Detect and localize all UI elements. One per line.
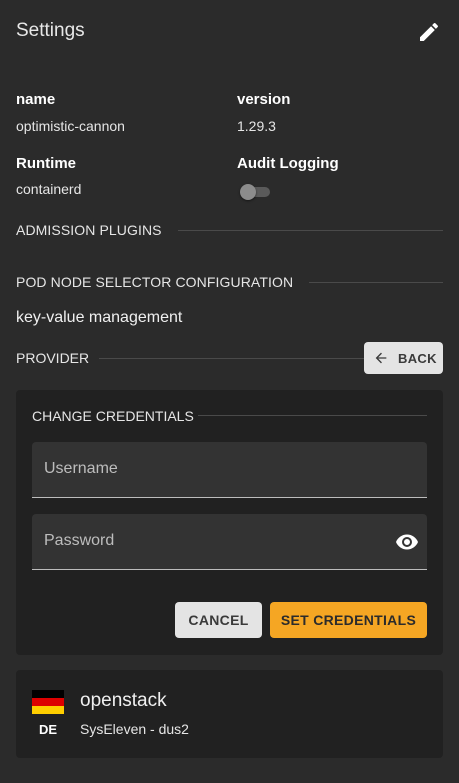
- provider-section: PROVIDER BACK: [16, 342, 443, 374]
- admission-plugins-section: ADMISSION PLUGINS: [16, 221, 443, 239]
- password-field[interactable]: [32, 514, 427, 570]
- page-title: Settings: [16, 20, 85, 41]
- version-label: version: [237, 91, 291, 108]
- eye-icon[interactable]: [395, 530, 419, 554]
- pod-node-selector-section: POD NODE SELECTOR CONFIGURATION: [16, 273, 443, 291]
- arrow-left-icon: [373, 350, 389, 366]
- provider-region: SysEleven - dus2: [80, 721, 189, 737]
- audit-logging-label: Audit Logging: [237, 155, 339, 172]
- section-divider: [309, 281, 443, 283]
- cancel-button[interactable]: CANCEL: [175, 602, 262, 638]
- change-credentials-card: CHANGE CREDENTIALS CANCEL SET CREDENTIAL…: [16, 390, 443, 655]
- pencil-icon[interactable]: [417, 20, 441, 44]
- country-code: DE: [38, 722, 58, 737]
- germany-flag-icon: [32, 690, 64, 714]
- section-divider: [99, 358, 364, 359]
- runtime-value: containerd: [16, 181, 82, 197]
- password-input[interactable]: [44, 530, 374, 552]
- set-credentials-button[interactable]: SET CREDENTIALS: [270, 602, 427, 638]
- audit-logging-toggle[interactable]: [240, 184, 272, 200]
- change-credentials-title: CHANGE CREDENTIALS: [32, 408, 194, 424]
- flag-stripe-black: [32, 690, 64, 698]
- provider-title: PROVIDER: [16, 350, 90, 366]
- section-divider: [177, 229, 443, 231]
- back-button[interactable]: BACK: [364, 342, 443, 374]
- settings-panel: Settings name optimistic-cannon version …: [0, 0, 459, 783]
- section-divider: [198, 415, 427, 416]
- name-label: name: [16, 91, 56, 108]
- pod-node-selector-title: POD NODE SELECTOR CONFIGURATION: [16, 274, 294, 290]
- provider-card: DE openstack SysEleven - dus2: [16, 670, 443, 758]
- provider-name: openstack: [80, 690, 167, 711]
- runtime-label: Runtime: [16, 155, 76, 172]
- toggle-thumb: [240, 184, 256, 200]
- name-value: optimistic-cannon: [16, 118, 125, 134]
- key-value-management-text: key-value management: [16, 309, 183, 326]
- back-button-label: BACK: [398, 351, 437, 366]
- username-input[interactable]: [44, 458, 374, 480]
- flag-stripe-gold: [32, 706, 64, 714]
- version-value: 1.29.3: [237, 118, 276, 134]
- username-field[interactable]: [32, 442, 427, 498]
- settings-header: Settings: [16, 18, 443, 48]
- flag-stripe-red: [32, 698, 64, 706]
- admission-plugins-title: ADMISSION PLUGINS: [16, 222, 162, 238]
